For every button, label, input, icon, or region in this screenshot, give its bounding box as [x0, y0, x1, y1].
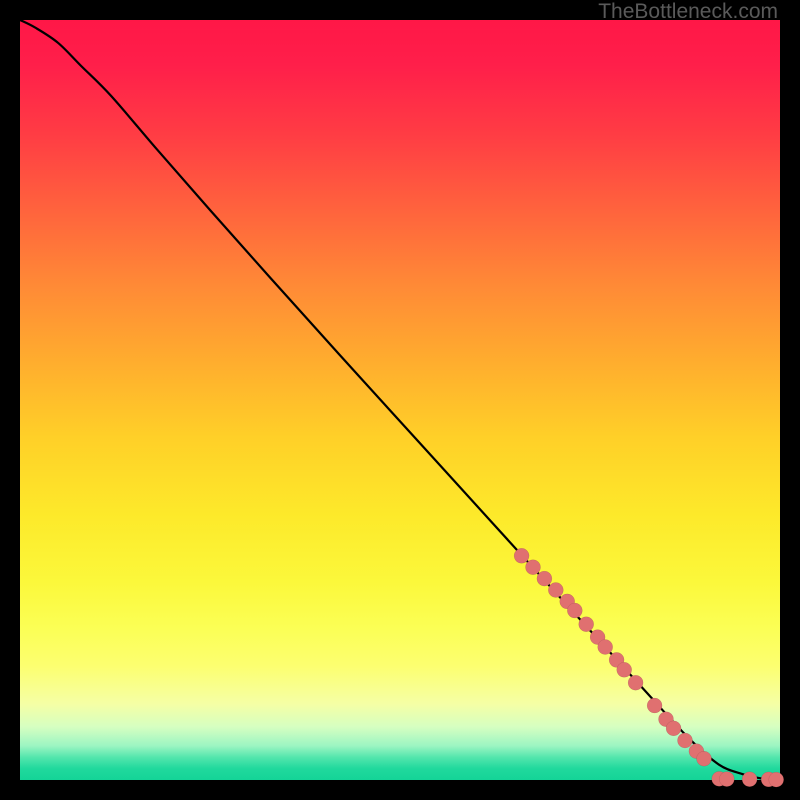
data-points: [514, 548, 784, 787]
data-point: [579, 617, 594, 632]
data-point: [769, 772, 784, 787]
data-point: [567, 603, 582, 618]
chart-container: TheBottleneck.com: [0, 0, 800, 800]
data-point: [647, 698, 662, 713]
data-point: [678, 733, 693, 748]
data-point: [742, 772, 757, 787]
data-point: [537, 571, 552, 586]
chart-overlay: [20, 20, 780, 780]
data-point: [628, 675, 643, 690]
data-point: [719, 772, 734, 787]
data-point: [697, 751, 712, 766]
data-point: [617, 662, 632, 677]
data-point: [548, 583, 563, 598]
plot-area: [20, 20, 780, 780]
watermark-text: TheBottleneck.com: [598, 0, 778, 24]
data-point: [526, 560, 541, 575]
data-point: [514, 548, 529, 563]
data-point: [666, 721, 681, 736]
data-point: [598, 640, 613, 655]
bottleneck-curve: [20, 20, 780, 780]
